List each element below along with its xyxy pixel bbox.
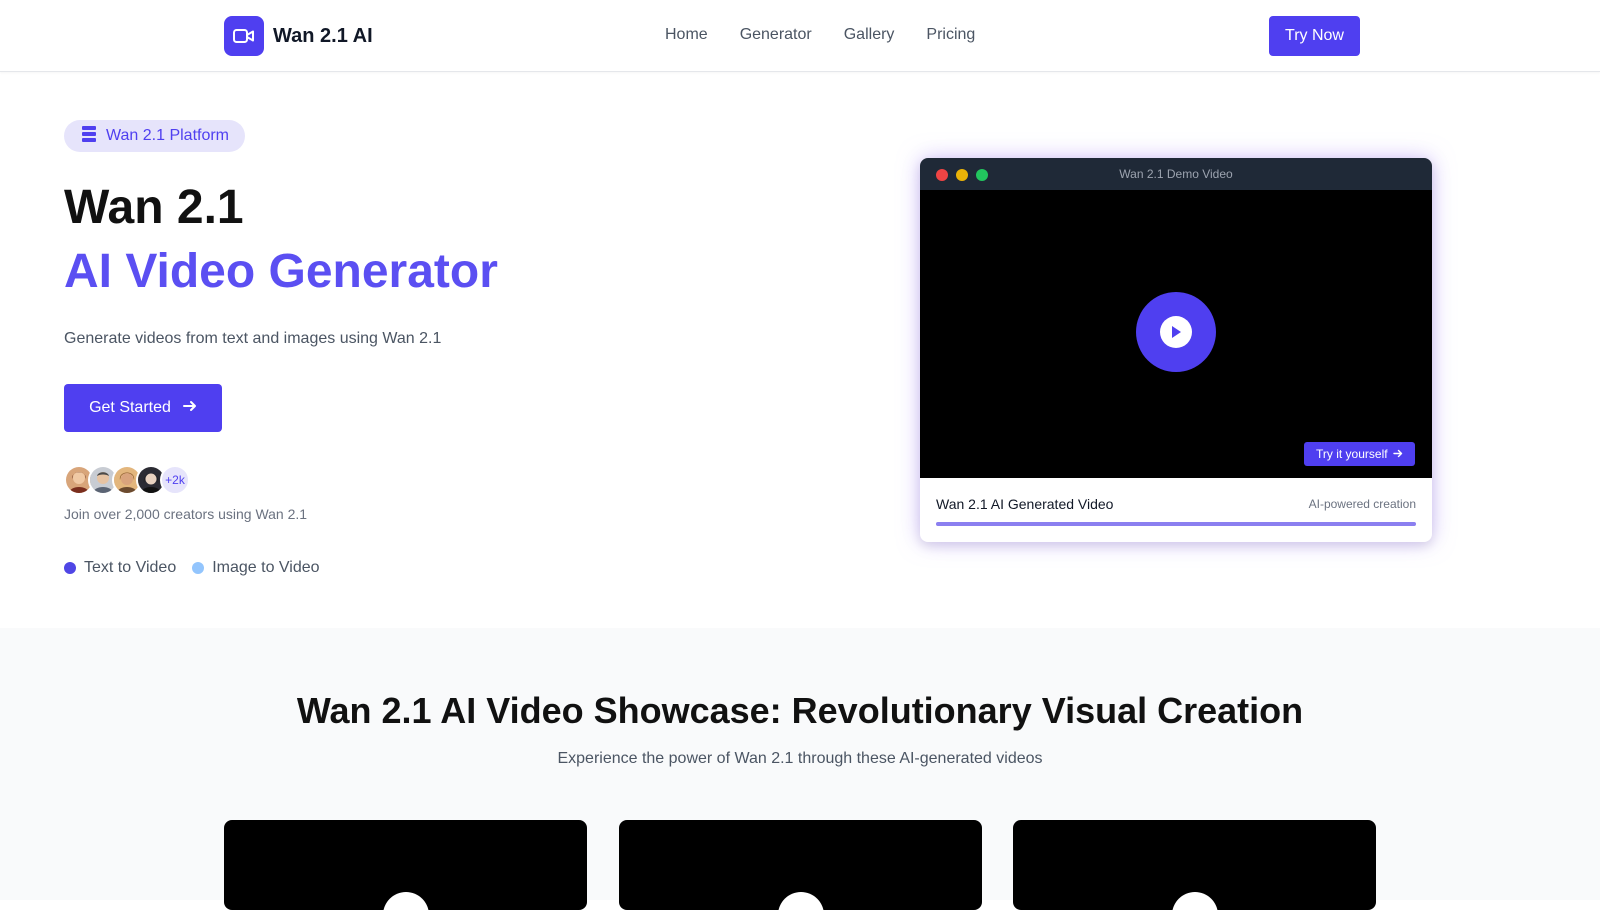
video-progress-bar[interactable] xyxy=(936,522,1416,526)
showcase-video-card[interactable] xyxy=(224,820,587,910)
video-caption: Wan 2.1 AI Generated Video xyxy=(936,496,1114,512)
feature-list: Text to Video Image to Video xyxy=(64,559,320,577)
brand-name: Wan 2.1 AI xyxy=(273,24,373,47)
nav-link-home[interactable]: Home xyxy=(665,26,708,44)
hero-description: Generate videos from text and images usi… xyxy=(64,330,442,347)
play-button[interactable] xyxy=(383,892,429,910)
feature-text-to-video: Text to Video xyxy=(64,559,176,577)
hero-title: Wan 2.1 xyxy=(64,181,244,234)
get-started-button[interactable]: Get Started xyxy=(64,384,222,432)
arrow-right-icon xyxy=(182,399,197,417)
avatar-more-count: +2k xyxy=(160,465,190,495)
demo-video-card: Wan 2.1 Demo Video Try it yourself Wan 2… xyxy=(920,158,1432,542)
top-navbar: Wan 2.1 AI Home Generator Gallery Pricin… xyxy=(0,0,1600,72)
try-it-yourself-button[interactable]: Try it yourself xyxy=(1304,442,1415,466)
hero-subtitle: AI Video Generator xyxy=(64,245,498,298)
play-icon xyxy=(1160,316,1192,348)
nav-links: Home Generator Gallery Pricing xyxy=(665,26,975,44)
feature-label: Image to Video xyxy=(212,559,320,576)
arrow-right-icon xyxy=(1392,447,1403,461)
video-player[interactable]: Try it yourself xyxy=(920,190,1432,478)
play-button[interactable] xyxy=(1136,292,1216,372)
join-text: Join over 2,000 creators using Wan 2.1 xyxy=(64,506,308,522)
video-camera-icon xyxy=(224,16,264,56)
feature-dot xyxy=(64,562,76,574)
showcase-subtitle: Experience the power of Wan 2.1 through … xyxy=(557,750,1043,767)
try-now-button[interactable]: Try Now xyxy=(1269,16,1360,56)
showcase-video-card[interactable] xyxy=(1013,820,1376,910)
showcase-section: Wan 2.1 AI Video Showcase: Revolutionary… xyxy=(0,628,1600,910)
video-caption-tag: AI-powered creation xyxy=(1308,497,1416,511)
badge-label: Wan 2.1 Platform xyxy=(106,127,230,144)
get-started-label: Get Started xyxy=(89,399,171,416)
platform-badge: Wan 2.1 Platform xyxy=(64,120,246,152)
layers-icon xyxy=(82,125,96,147)
try-it-yourself-label: Try it yourself xyxy=(1316,447,1388,461)
window-title: Wan 2.1 Demo Video xyxy=(1119,167,1233,181)
play-button[interactable] xyxy=(1172,892,1218,910)
feature-image-to-video: Image to Video xyxy=(192,559,320,577)
feature-label: Text to Video xyxy=(84,559,177,576)
video-progress-fill xyxy=(936,522,1416,526)
feature-dot xyxy=(192,562,205,574)
brand[interactable]: Wan 2.1 AI xyxy=(224,16,373,56)
nav-link-generator[interactable]: Generator xyxy=(740,26,812,44)
nav-link-gallery[interactable]: Gallery xyxy=(844,26,895,44)
window-titlebar: Wan 2.1 Demo Video xyxy=(920,158,1432,190)
play-button[interactable] xyxy=(778,892,824,910)
creator-avatars: +2k xyxy=(64,465,190,495)
nav-link-pricing[interactable]: Pricing xyxy=(926,26,975,44)
showcase-title: Wan 2.1 AI Video Showcase: Revolutionary… xyxy=(296,690,1304,731)
showcase-video-card[interactable] xyxy=(619,820,982,910)
